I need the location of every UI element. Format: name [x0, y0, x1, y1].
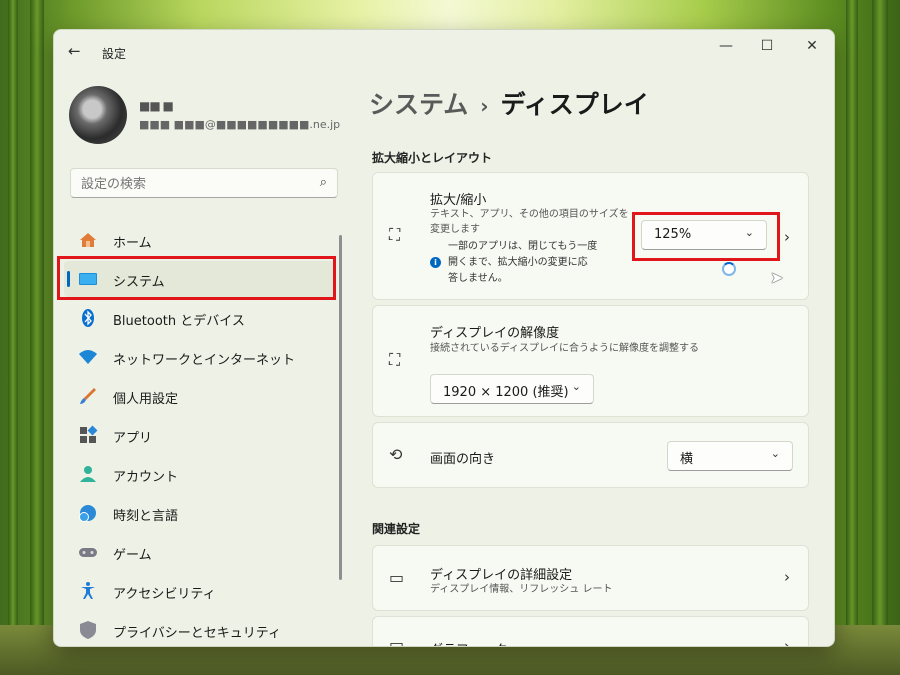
scale-icon: ⛶	[389, 225, 401, 244]
breadcrumb: システム › ディスプレイ	[369, 85, 649, 121]
page-title: ディスプレイ	[500, 90, 649, 119]
chevron-down-icon: ⌄	[571, 380, 581, 393]
sidebar-item-bluetooth[interactable]: Bluetooth とデバイス	[64, 300, 336, 336]
section-heading-scale-layout: 拡大縮小とレイアウト	[372, 151, 493, 165]
sidebar-item-label: ネットワークとインターネット	[113, 353, 296, 368]
sidebar-item-label: プライバシーとセキュリティ	[113, 626, 281, 641]
scale-description-line1: テキスト、アプリ、その他の項目のサイズを	[430, 209, 629, 220]
gamepad-icon	[79, 548, 97, 557]
maximize-button[interactable]: ☐	[755, 38, 779, 58]
sidebar-item-personalization[interactable]: 個人用設定	[64, 378, 336, 414]
graphics-title: グラフィック	[430, 639, 508, 646]
minimize-button[interactable]: —	[714, 38, 738, 58]
bluetooth-icon	[82, 309, 94, 327]
advanced-display-description: ディスプレイ情報、リフレッシュ レート	[430, 584, 613, 595]
advanced-display-title: ディスプレイの詳細設定	[430, 568, 573, 583]
apps-icon	[80, 425, 98, 443]
brush-icon	[80, 388, 96, 404]
resolution-description: 接続されているディスプレイに合うように解像度を調整する	[430, 343, 699, 354]
shield-icon	[80, 621, 96, 639]
monitor-icon: ▭	[389, 568, 405, 587]
advanced-display-card[interactable]: ▭ ディスプレイの詳細設定 ディスプレイ情報、リフレッシュ レート ›	[372, 545, 809, 611]
time-language-icon	[79, 505, 96, 522]
sidebar-item-label: 個人用設定	[113, 392, 179, 407]
sidebar-item-apps[interactable]: アプリ	[64, 417, 336, 453]
title-bar: ← 設定 — ☐ ✕	[54, 30, 834, 70]
sidebar-item-privacy[interactable]: プライバシーとセキュリティ	[64, 612, 336, 646]
sidebar-item-label: アクセシビリティ	[113, 587, 216, 602]
bamboo-stalk	[30, 0, 44, 675]
search-icon[interactable]: ⌕	[320, 175, 327, 190]
orientation-title: 画面の向き	[430, 452, 496, 467]
highlight-box-system	[57, 256, 336, 300]
sidebar-item-label: 時刻と言語	[113, 509, 179, 524]
accessibility-icon	[81, 582, 95, 599]
chevron-right-icon[interactable]: ›	[784, 568, 790, 586]
resolution-dropdown[interactable]: 1920 × 1200 (推奨) ⌄	[430, 374, 594, 404]
sidebar-item-accounts[interactable]: アカウント	[64, 456, 336, 492]
sidebar-item-label: ホーム	[113, 236, 152, 251]
section-heading-related: 関連設定	[372, 522, 421, 536]
sidebar-item-gaming[interactable]: ゲーム	[64, 534, 336, 570]
account-icon	[80, 466, 96, 482]
home-icon	[80, 233, 96, 247]
graphics-card[interactable]: ▭ グラフィック ›	[372, 616, 809, 647]
user-name: ■■ ■	[139, 99, 174, 113]
bamboo-stalk	[872, 0, 888, 675]
sidebar-item-label: Bluetooth とデバイス	[113, 314, 245, 329]
orientation-card: ⟲ 画面の向き 横 ⌄	[372, 422, 809, 488]
resolution-title: ディスプレイの解像度	[430, 326, 560, 341]
chevron-down-icon: ⌄	[770, 447, 780, 460]
avatar[interactable]	[69, 86, 127, 144]
scale-note-line1: 一部のアプリは、閉じてもう一度	[448, 241, 598, 252]
orientation-value: 横	[680, 452, 694, 467]
graphics-icon: ▭	[389, 635, 405, 647]
sidebar-item-label: ゲーム	[113, 548, 152, 563]
resolution-value: 1920 × 1200 (推奨)	[443, 385, 569, 400]
user-email: ■■■ ■■■@■■■■■■■■■.ne.jp	[139, 118, 341, 131]
orientation-icon: ⟲	[389, 445, 403, 464]
app-title: 設定	[102, 47, 127, 61]
breadcrumb-parent[interactable]: システム	[369, 90, 468, 119]
back-arrow-icon[interactable]: ←	[68, 42, 81, 60]
bamboo-stalk	[846, 0, 858, 675]
sidebar-item-label: アプリ	[113, 431, 153, 446]
wifi-icon	[79, 350, 97, 364]
resolution-icon: ⛶	[389, 350, 401, 369]
sidebar-item-network[interactable]: ネットワークとインターネット	[64, 339, 336, 375]
scale-title: 拡大/縮小	[430, 193, 487, 208]
mouse-cursor-icon: ➤	[770, 268, 784, 287]
scale-note-line2: 開くまで、拡大縮小の変更に応	[448, 257, 588, 268]
breadcrumb-separator: ›	[480, 94, 489, 118]
sidebar-item-time-language[interactable]: 時刻と言語	[64, 495, 336, 531]
sidebar-item-accessibility[interactable]: アクセシビリティ	[64, 573, 336, 609]
close-button[interactable]: ✕	[800, 38, 824, 58]
search-box[interactable]: ⌕	[70, 168, 338, 199]
sidebar-item-label: アカウント	[113, 470, 179, 485]
info-icon: i	[430, 257, 441, 268]
orientation-dropdown[interactable]: 横 ⌄	[667, 441, 793, 471]
loading-spinner-icon	[722, 262, 736, 276]
chevron-right-icon[interactable]: ›	[784, 637, 790, 646]
bamboo-stalk	[8, 0, 18, 675]
scale-description-line2: 変更します	[430, 224, 480, 235]
highlight-box-scale	[632, 212, 780, 261]
chevron-right-icon[interactable]: ›	[784, 228, 790, 246]
settings-window: ← 設定 — ☐ ✕ ■■ ■ ■■■ ■■■@■■■■■■■■■.ne.jp …	[53, 29, 835, 647]
resolution-card: ⛶ ディスプレイの解像度 接続されているディスプレイに合うように解像度を調整する…	[372, 305, 809, 417]
search-input[interactable]	[71, 169, 313, 199]
sidebar-item-home[interactable]: ホーム	[64, 222, 336, 258]
sidebar-scrollbar[interactable]	[339, 235, 342, 580]
scale-note-line3: 答しません。	[448, 273, 508, 284]
